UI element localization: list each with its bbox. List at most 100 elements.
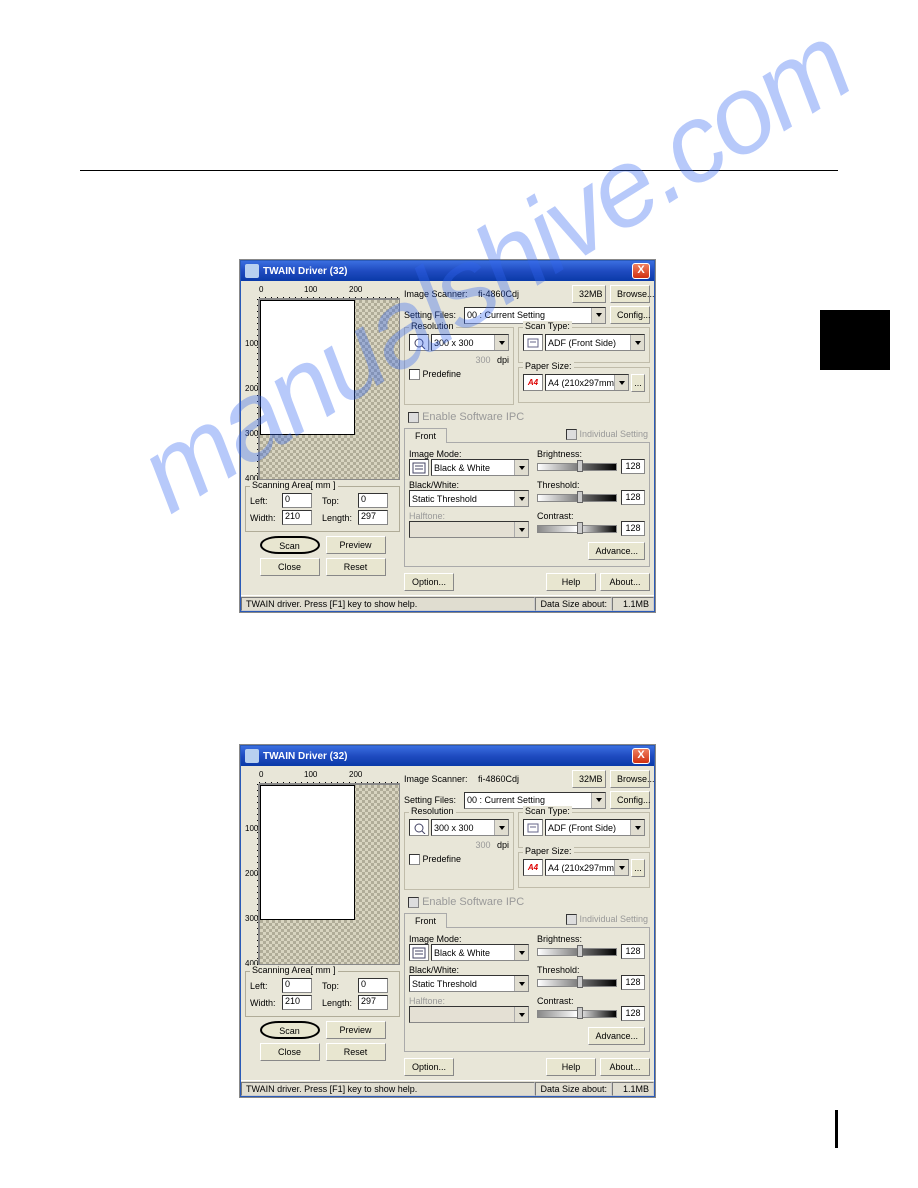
browse-button[interactable]: Browse... bbox=[610, 770, 650, 788]
image-scanner-label: Image Scanner: bbox=[404, 774, 474, 784]
predefine-checkbox[interactable] bbox=[409, 369, 420, 380]
status-data-size-label: Data Size about: bbox=[535, 597, 612, 611]
left-input[interactable]: 0 bbox=[282, 978, 312, 993]
titlebar[interactable]: TWAIN Driver (32) X bbox=[241, 261, 654, 281]
page-divider bbox=[80, 170, 838, 171]
halftone-combo bbox=[409, 1006, 529, 1023]
brightness-slider[interactable] bbox=[537, 948, 617, 956]
image-mode-icon bbox=[409, 459, 429, 476]
individual-setting-label: Individual Setting bbox=[579, 914, 648, 924]
contrast-value[interactable]: 128 bbox=[621, 1006, 645, 1021]
config-button[interactable]: Config... bbox=[610, 791, 650, 809]
scan-button[interactable]: Scan bbox=[260, 1021, 320, 1039]
config-button[interactable]: Config... bbox=[610, 306, 650, 324]
paper-size-more[interactable]: ... bbox=[631, 859, 645, 877]
length-input[interactable]: 297 bbox=[358, 510, 388, 525]
dpi-label: dpi bbox=[497, 355, 509, 365]
image-scanner-value: fi-4860Cdj bbox=[478, 289, 568, 299]
preview-bed[interactable] bbox=[259, 784, 400, 965]
advance-button[interactable]: Advance... bbox=[588, 1027, 645, 1045]
black-white-label: Black/White: bbox=[409, 965, 529, 975]
threshold-slider[interactable] bbox=[537, 979, 617, 987]
top-input[interactable]: 0 bbox=[358, 978, 388, 993]
top-input[interactable]: 0 bbox=[358, 493, 388, 508]
mem-button[interactable]: 32MB bbox=[572, 770, 606, 788]
contrast-value[interactable]: 128 bbox=[621, 521, 645, 536]
contrast-slider[interactable] bbox=[537, 525, 617, 533]
threshold-label: Threshold: bbox=[537, 480, 645, 490]
reset-button[interactable]: Reset bbox=[326, 558, 386, 576]
resolution-legend: Resolution bbox=[409, 321, 456, 331]
option-button[interactable]: Option... bbox=[404, 1058, 454, 1076]
paper-size-combo[interactable]: A4 (210x297mm) bbox=[545, 374, 629, 391]
titlebar[interactable]: TWAIN Driver (32) X bbox=[241, 746, 654, 766]
width-label: Width: bbox=[250, 998, 280, 1008]
width-input[interactable]: 210 bbox=[282, 510, 312, 525]
paper-size-combo[interactable]: A4 (210x297mm) bbox=[545, 859, 629, 876]
length-label: Length: bbox=[322, 513, 356, 523]
about-button[interactable]: About... bbox=[600, 1058, 650, 1076]
dpi-input: 300 bbox=[471, 840, 495, 850]
left-input[interactable]: 0 bbox=[282, 493, 312, 508]
reset-button[interactable]: Reset bbox=[326, 1043, 386, 1061]
preview-button[interactable]: Preview bbox=[326, 1021, 386, 1039]
scan-button[interactable]: Scan bbox=[260, 536, 320, 554]
enable-ipc-checkbox bbox=[408, 412, 419, 423]
setting-files-label: Setting Files: bbox=[404, 310, 460, 320]
window-title: TWAIN Driver (32) bbox=[263, 266, 347, 277]
preview-page[interactable] bbox=[260, 300, 355, 435]
chevron-down-icon bbox=[514, 1007, 528, 1022]
about-button[interactable]: About... bbox=[600, 573, 650, 591]
browse-button[interactable]: Browse... bbox=[610, 285, 650, 303]
help-button[interactable]: Help bbox=[546, 573, 596, 591]
image-mode-label: Image Mode: bbox=[409, 934, 529, 944]
preview-page[interactable] bbox=[260, 785, 355, 920]
option-button[interactable]: Option... bbox=[404, 573, 454, 591]
predefine-checkbox[interactable] bbox=[409, 854, 420, 865]
tab-front[interactable]: Front bbox=[404, 913, 447, 928]
image-mode-icon bbox=[409, 944, 429, 961]
length-input[interactable]: 297 bbox=[358, 995, 388, 1010]
scan-type-combo[interactable]: ADF (Front Side) bbox=[545, 334, 645, 351]
twain-driver-dialog-2: TWAIN Driver (32) X 0 100 200 100 200 30… bbox=[240, 745, 655, 1097]
page-footer-mark bbox=[835, 1110, 838, 1148]
paper-size-legend: Paper Size: bbox=[523, 361, 574, 371]
side-tab-marker bbox=[820, 310, 890, 370]
close-icon[interactable]: X bbox=[632, 263, 650, 279]
resolution-combo[interactable]: 300 x 300 bbox=[431, 819, 509, 836]
threshold-slider[interactable] bbox=[537, 494, 617, 502]
scan-type-combo[interactable]: ADF (Front Side) bbox=[545, 819, 645, 836]
width-input[interactable]: 210 bbox=[282, 995, 312, 1010]
preview-button[interactable]: Preview bbox=[326, 536, 386, 554]
contrast-slider[interactable] bbox=[537, 1010, 617, 1018]
paper-size-more[interactable]: ... bbox=[631, 374, 645, 392]
image-mode-combo[interactable]: Black & White bbox=[431, 944, 529, 961]
advance-button[interactable]: Advance... bbox=[588, 542, 645, 560]
brightness-value[interactable]: 128 bbox=[621, 944, 645, 959]
chevron-down-icon bbox=[591, 793, 605, 808]
image-mode-combo[interactable]: Black & White bbox=[431, 459, 529, 476]
brightness-value[interactable]: 128 bbox=[621, 459, 645, 474]
close-button[interactable]: Close bbox=[260, 1043, 320, 1061]
black-white-combo[interactable]: Static Threshold bbox=[409, 975, 529, 992]
ruler-horizontal: 0 100 200 bbox=[259, 770, 400, 784]
halftone-combo bbox=[409, 521, 529, 538]
halftone-label: Halftone: bbox=[409, 996, 529, 1006]
brightness-slider[interactable] bbox=[537, 463, 617, 471]
threshold-value[interactable]: 128 bbox=[621, 490, 645, 505]
mem-button[interactable]: 32MB bbox=[572, 285, 606, 303]
preview-bed[interactable] bbox=[259, 299, 400, 480]
app-icon bbox=[245, 749, 259, 763]
threshold-value[interactable]: 128 bbox=[621, 975, 645, 990]
close-icon[interactable]: X bbox=[632, 748, 650, 764]
scanning-area-group: Scanning Area[ mm ] Left: 0 Top: 0 Width… bbox=[245, 486, 400, 532]
resolution-legend: Resolution bbox=[409, 806, 456, 816]
resolution-combo[interactable]: 300 x 300 bbox=[431, 334, 509, 351]
tab-front[interactable]: Front bbox=[404, 428, 447, 443]
chevron-down-icon bbox=[514, 522, 528, 537]
close-button[interactable]: Close bbox=[260, 558, 320, 576]
black-white-combo[interactable]: Static Threshold bbox=[409, 490, 529, 507]
image-scanner-label: Image Scanner: bbox=[404, 289, 474, 299]
status-bar: TWAIN driver. Press [F1] key to show hel… bbox=[241, 1080, 654, 1096]
help-button[interactable]: Help bbox=[546, 1058, 596, 1076]
